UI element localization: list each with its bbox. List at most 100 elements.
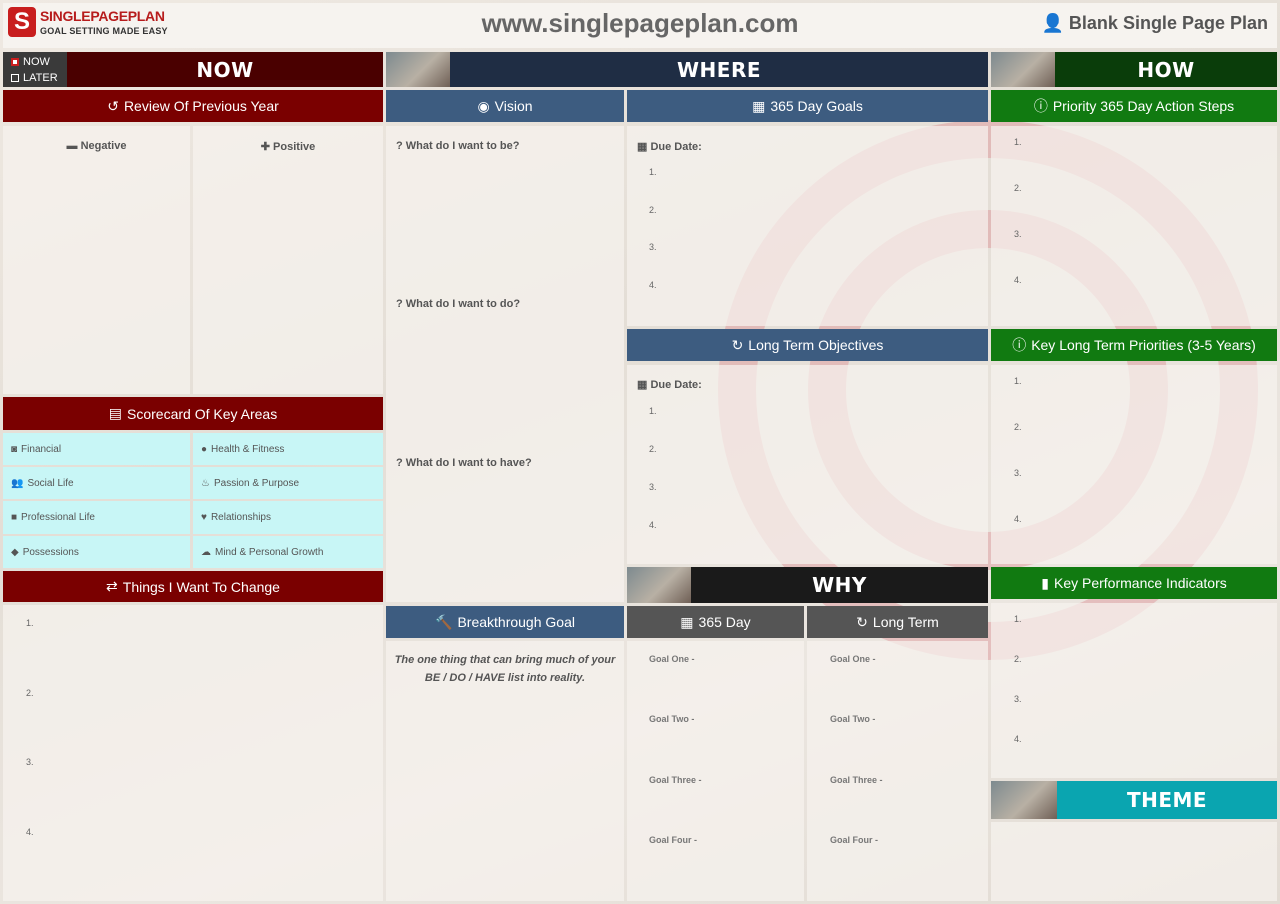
review-title: Review Of Previous Year bbox=[123, 98, 279, 114]
refresh-icon: ↻ bbox=[731, 336, 744, 353]
action-item-number: 3. bbox=[1014, 229, 1022, 239]
scorecard-possessions[interactable]: ◆ Possessions bbox=[3, 536, 190, 568]
objective-item-number: 4. bbox=[649, 520, 657, 530]
goal-item-number: 2. bbox=[649, 205, 657, 215]
why-long-title: Long Term bbox=[872, 614, 939, 630]
scorecard-title: Scorecard Of Key Areas bbox=[127, 405, 278, 422]
why-day-panel[interactable]: Goal One - Goal Two - Goal Three - Goal … bbox=[627, 641, 804, 901]
scorecard-passion[interactable]: ♨ Passion & Purpose bbox=[193, 467, 383, 499]
eye-icon: ◉ bbox=[477, 97, 490, 114]
alert-icon: ⓘ bbox=[1033, 98, 1048, 114]
plus-icon: ✚ bbox=[260, 141, 270, 153]
priority-item-number: 1. bbox=[1014, 376, 1022, 386]
scorecard-mind[interactable]: ☁ Mind & Personal Growth bbox=[193, 536, 383, 568]
later-checkbox[interactable] bbox=[11, 74, 19, 82]
vision-title: Vision bbox=[494, 98, 533, 114]
action-steps-panel[interactable]: 1. 2. 3. 4. bbox=[991, 126, 1277, 326]
change-item-number: 4. bbox=[26, 827, 34, 837]
question-do-label: What do I want to do? bbox=[405, 298, 521, 310]
why-day-goal: Goal One - bbox=[649, 654, 695, 664]
priorities-panel[interactable]: 1. 2. 3. 4. bbox=[991, 365, 1277, 564]
priorities-header: ⓘ Key Long Term Priorities (3-5 Years) bbox=[991, 329, 1277, 361]
question-be: ? What do I want to be? bbox=[396, 140, 519, 152]
action-item-number: 4. bbox=[1014, 275, 1022, 285]
vision-panel[interactable]: ? What do I want to be? ? What do I want… bbox=[386, 126, 624, 602]
question-do: ? What do I want to do? bbox=[396, 298, 520, 310]
breakthrough-title: Breakthrough Goal bbox=[457, 614, 575, 630]
breakthrough-panel[interactable]: The one thing that can bring much of you… bbox=[386, 641, 624, 901]
change-panel[interactable]: 1. 2. 3. 4. bbox=[3, 605, 383, 901]
scorecard-professional-label: Professional Life bbox=[21, 512, 95, 523]
scorecard-social-label: Social Life bbox=[27, 477, 74, 489]
why-long-panel[interactable]: Goal One - Goal Two - Goal Three - Goal … bbox=[807, 641, 988, 901]
why-day-header: ▦ 365 Day bbox=[627, 606, 804, 638]
plan-title[interactable]: 👤 Blank Single Page Plan bbox=[1020, 13, 1268, 34]
history-icon: ↺ bbox=[107, 97, 119, 114]
bar-chart-icon: ▮ bbox=[1041, 574, 1049, 591]
scorecard-professional[interactable]: ■ Professional Life bbox=[3, 501, 190, 534]
goals-panel[interactable]: ▦ Due Date: 1. 2. 3. 4. bbox=[627, 126, 988, 326]
scorecard-financial-label: Financial bbox=[21, 443, 62, 455]
plan-title-label: Blank Single Page Plan bbox=[1068, 13, 1268, 33]
objectives-panel[interactable]: ▦ Due Date: 1. 2. 3. 4. bbox=[627, 365, 988, 564]
negative-panel[interactable]: ▬ Negative bbox=[3, 126, 190, 394]
site-url[interactable]: www.singlepageplan.com bbox=[380, 8, 900, 39]
theme-thumbnail bbox=[991, 781, 1057, 819]
hammer-icon: 🔨 bbox=[435, 613, 453, 630]
money-icon: ◙ bbox=[11, 443, 18, 455]
objectives-title: Long Term Objectives bbox=[748, 337, 884, 353]
kpi-title: Key Performance Indicators bbox=[1053, 575, 1227, 591]
why-long-goal: Goal Three - bbox=[830, 775, 883, 785]
clipboard-icon: ▤ bbox=[108, 405, 123, 421]
now-later-toggle[interactable]: NOW LATER bbox=[3, 52, 67, 87]
action-steps-title: Priority 365 Day Action Steps bbox=[1052, 98, 1235, 114]
goals-due-label: Due Date: bbox=[650, 141, 702, 153]
now-toggle-label: NOW bbox=[23, 56, 50, 68]
kpi-panel[interactable]: 1. 2. 3. 4. bbox=[991, 603, 1277, 778]
scorecard-health[interactable]: ● Health & Fitness bbox=[193, 433, 383, 465]
why-day-goal: Goal Two - bbox=[649, 714, 695, 724]
action-steps-header: ⓘ Priority 365 Day Action Steps bbox=[991, 90, 1277, 122]
scorecard-social[interactable]: 👥 Social Life bbox=[3, 467, 190, 499]
why-long-goal: Goal Four - bbox=[830, 835, 878, 845]
theme-panel[interactable] bbox=[991, 822, 1277, 901]
change-item-number: 2. bbox=[26, 688, 34, 698]
calendar-icon: ▦ bbox=[637, 141, 648, 153]
later-toggle-label: LATER bbox=[23, 72, 58, 84]
scorecard-passion-label: Passion & Purpose bbox=[213, 477, 300, 489]
calendar-icon: ▦ bbox=[752, 97, 766, 114]
section-now: NOW bbox=[67, 52, 383, 87]
goals-due-date: ▦ Due Date: bbox=[637, 140, 702, 153]
kpi-item-number: 2. bbox=[1014, 654, 1022, 664]
scorecard-relationships[interactable]: ♥ Relationships bbox=[193, 501, 383, 534]
diamond-icon: ◆ bbox=[11, 546, 19, 558]
brain-icon: ☁ bbox=[201, 546, 211, 558]
priority-item-number: 2. bbox=[1014, 422, 1022, 432]
scorecard-health-label: Health & Fitness bbox=[211, 443, 285, 455]
now-checkbox[interactable] bbox=[11, 58, 19, 66]
calendar-icon: ▦ bbox=[680, 613, 694, 630]
goals-header: ▦ 365 Day Goals bbox=[627, 90, 988, 122]
where-thumbnail bbox=[386, 52, 450, 87]
question-icon: ? bbox=[396, 140, 403, 152]
logo-tagline: GOAL SETTING MADE EASY bbox=[40, 26, 168, 36]
scorecard-financial[interactable]: ◙ Financial bbox=[3, 433, 190, 465]
review-header: ↺ Review Of Previous Year bbox=[3, 90, 383, 122]
change-header: ⇄ Things I Want To Change bbox=[3, 571, 383, 602]
how-thumbnail bbox=[991, 52, 1055, 87]
action-item-number: 1. bbox=[1014, 137, 1022, 147]
why-day-goal: Goal Three - bbox=[649, 775, 702, 785]
section-where: WHERE bbox=[450, 52, 988, 87]
why-long-goal: Goal One - bbox=[830, 654, 876, 664]
scorecard-header: ▤ Scorecard Of Key Areas bbox=[3, 397, 383, 430]
scorecard-possessions-label: Possessions bbox=[22, 546, 79, 558]
section-why: WHY bbox=[691, 567, 988, 603]
fire-icon: ♨ bbox=[201, 477, 210, 489]
change-item-number: 1. bbox=[26, 618, 34, 628]
scorecard-mind-label: Mind & Personal Growth bbox=[215, 546, 324, 558]
why-day-goal: Goal Four - bbox=[649, 835, 697, 845]
positive-panel[interactable]: ✚ Positive bbox=[193, 126, 383, 394]
logo-icon[interactable]: S bbox=[8, 7, 36, 37]
logo-text: SINGLEPAGEPLAN bbox=[40, 8, 165, 24]
objectives-due-label: Due Date: bbox=[650, 379, 702, 391]
